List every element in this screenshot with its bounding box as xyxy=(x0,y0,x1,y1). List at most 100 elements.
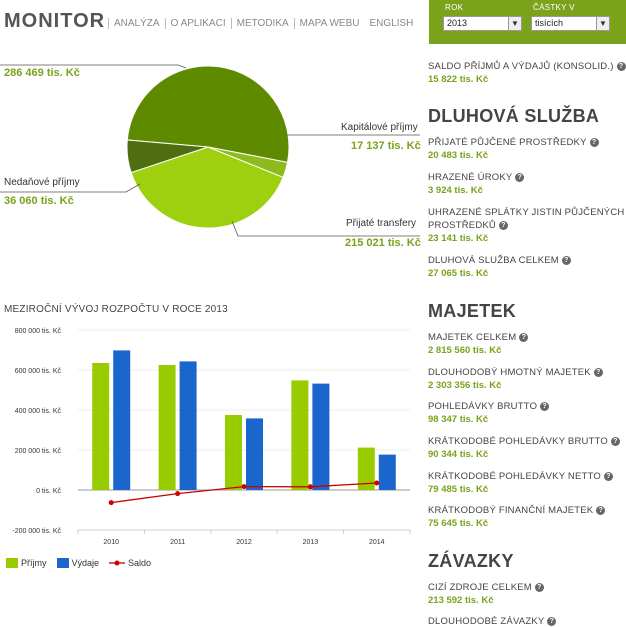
indicator-item: PŘIJATÉ PŮJČENÉ PROSTŘEDKY? 20 483 tis. … xyxy=(428,136,599,162)
nav-english[interactable]: ENGLISH xyxy=(364,18,418,29)
indicator-label: SALDO PŘÍJMŮ A VÝDAJŮ (KONSOLID.) xyxy=(428,61,614,72)
indicator-item: HRAZENÉ ÚROKY? 3 924 tis. Kč xyxy=(428,171,525,197)
x-tick-label: 2010 xyxy=(103,539,119,546)
indicator-item: KRÁTKODOBÉ POHLEDÁVKY BRUTTO? 90 344 tis… xyxy=(428,435,620,461)
legend-label: Výdaje xyxy=(71,558,100,568)
amount-select-value: tisících xyxy=(535,18,564,28)
y-tick-label: 200 000 tis. Kč xyxy=(15,448,62,455)
indicator-value: 2 815 560 tis. Kč xyxy=(428,345,502,356)
help-icon[interactable]: ? xyxy=(534,582,544,592)
indicator-value: 3 924 tis. Kč xyxy=(428,185,483,196)
nav-o-aplikaci[interactable]: O APLIKACI xyxy=(164,18,231,29)
y-tick-label: -200 000 tis. Kč xyxy=(12,528,61,535)
legend-swatch xyxy=(6,558,18,568)
indicator-label: KRÁTKODOBÉ POHLEDÁVKY NETTO xyxy=(428,471,601,482)
x-tick-label: 2011 xyxy=(170,539,185,546)
help-icon[interactable]: ? xyxy=(540,401,550,411)
saldo-point[interactable] xyxy=(241,484,247,490)
help-icon[interactable]: ? xyxy=(515,172,525,182)
pie-value-transfery: 215 021 tis. Kč xyxy=(345,237,421,249)
legend-vydaje[interactable]: Výdaje xyxy=(56,558,100,568)
bar-vydaje[interactable] xyxy=(312,383,330,490)
revenue-pie-chart: 286 469 tis. Kč Kapitálové příjmy 17 137… xyxy=(0,46,421,296)
indicator-value: 75 645 tis. Kč xyxy=(428,518,489,529)
indicator-item: DLOUHODOBÝ HMOTNÝ MAJETEK? 2 303 356 tis… xyxy=(428,366,603,392)
chevron-down-icon: ▼ xyxy=(508,17,521,30)
help-icon[interactable]: ? xyxy=(561,255,571,265)
year-select[interactable]: 2013 ▼ xyxy=(443,16,522,31)
indicator-value: 90 344 tis. Kč xyxy=(428,449,489,460)
help-icon[interactable]: ? xyxy=(547,616,557,626)
x-tick-label: 2014 xyxy=(369,539,385,546)
indicator-item: MAJETEK CELKEM? 2 815 560 tis. Kč xyxy=(428,331,529,357)
indicator-value: 213 592 tis. Kč xyxy=(428,595,494,606)
bar-vydaje[interactable] xyxy=(378,454,396,490)
indicator-item: UHRAZENÉ SPLÁTKY JISTIN PŮJČENÝCH PROSTŘ… xyxy=(428,206,624,245)
legend-swatch xyxy=(56,558,69,568)
nav-analyza[interactable]: ANALÝZA xyxy=(108,18,165,29)
help-icon[interactable]: ? xyxy=(593,367,603,377)
legend-label: Saldo xyxy=(128,558,152,568)
pie-value-kapitalove: 17 137 tis. Kč xyxy=(351,140,421,152)
pie-value-danove: 286 469 tis. Kč xyxy=(4,67,80,79)
bar-vydaje[interactable] xyxy=(113,350,131,490)
section-title-majetek: MAJETEK xyxy=(428,301,517,321)
bar-vydaje[interactable] xyxy=(246,418,263,490)
chevron-down-icon: ▼ xyxy=(596,17,609,30)
indicator-label: HRAZENÉ ÚROKY xyxy=(428,172,513,183)
indicator-label: DLOUHODOBÝ HMOTNÝ MAJETEK xyxy=(428,367,591,378)
indicator-label: KRÁTKODOBÉ POHLEDÁVKY BRUTTO xyxy=(428,436,608,447)
logo[interactable]: MONITOR xyxy=(4,10,105,33)
section-title-zavazky: ZÁVAZKY xyxy=(428,551,514,571)
nav-metodika[interactable]: METODIKA xyxy=(230,18,294,29)
help-icon[interactable]: ? xyxy=(589,137,599,147)
indicator-value: 79 485 tis. Kč xyxy=(428,484,489,495)
indicator-value: 2 303 356 tis. Kč xyxy=(428,380,502,391)
pie-value-nedanove: 36 060 tis. Kč xyxy=(4,195,74,207)
indicator-saldo: SALDO PŘÍJMŮ A VÝDAJŮ (KONSOLID.)? 15 82… xyxy=(428,60,626,86)
y-tick-label: 400 000 tis. Kč xyxy=(15,408,62,415)
indicator-label: CIZÍ ZDROJE CELKEM xyxy=(428,582,532,593)
y-tick-label: 800 000 tis. Kč xyxy=(15,328,62,335)
legend-label: Příjmy xyxy=(21,558,47,568)
indicator-label: KRÁTKODOBÝ FINANČNÍ MAJETEK xyxy=(428,505,594,516)
bar-prijmy[interactable] xyxy=(291,380,309,490)
x-tick-label: 2012 xyxy=(236,539,252,546)
indicator-value: 15 822 tis. Kč xyxy=(428,74,489,85)
section-title-dluhova-sluzba: DLUHOVÁ SLUŽBA xyxy=(428,106,600,126)
indicator-value: 23 141 tis. Kč xyxy=(428,233,489,244)
bar-prijmy[interactable] xyxy=(225,415,242,490)
nav-mapa-webu[interactable]: MAPA WEBU xyxy=(293,18,365,29)
bar-prijmy[interactable] xyxy=(92,363,110,490)
indicator-item: KRÁTKODOBÝ FINANČNÍ MAJETEK? 75 645 tis.… xyxy=(428,504,606,530)
indicator-item: CIZÍ ZDROJE CELKEM? 213 592 tis. Kč xyxy=(428,581,544,607)
saldo-point[interactable] xyxy=(108,500,114,506)
year-select-value: 2013 xyxy=(447,18,468,28)
indicator-item: POHLEDÁVKY BRUTTO? 98 347 tis. Kč xyxy=(428,400,550,426)
indicator-value: 98 347 tis. Kč xyxy=(428,414,489,425)
y-tick-label: 600 000 tis. Kč xyxy=(15,368,62,375)
indicator-item: KRÁTKODOBÉ POHLEDÁVKY NETTO? 79 485 tis.… xyxy=(428,470,613,496)
saldo-point[interactable] xyxy=(307,484,313,490)
legend-saldo[interactable]: Saldo xyxy=(109,558,151,568)
bar-vydaje[interactable] xyxy=(179,361,197,490)
saldo-point[interactable] xyxy=(374,480,380,486)
help-icon[interactable]: ? xyxy=(519,332,529,342)
bar-prijmy[interactable] xyxy=(158,365,176,490)
help-icon[interactable]: ? xyxy=(596,505,606,515)
indicator-value: 27 065 tis. Kč xyxy=(428,268,489,279)
filter-panel: ROK 2013 ▼ ČÁSTKY V tisících ▼ xyxy=(429,0,626,44)
pie-label-nedanove: Nedaňové příjmy xyxy=(4,177,80,188)
help-icon[interactable]: ? xyxy=(616,61,626,71)
amount-select[interactable]: tisících ▼ xyxy=(531,16,610,31)
pie-svg xyxy=(0,64,420,237)
y-tick-label: 0 tis. Kč xyxy=(36,488,61,495)
legend-prijmy[interactable]: Příjmy xyxy=(6,558,47,568)
chart-title: MEZIROČNÍ VÝVOJ ROZPOČTU V ROCE 2013 xyxy=(4,304,228,315)
help-icon[interactable]: ? xyxy=(498,220,508,230)
saldo-point[interactable] xyxy=(175,491,181,497)
header: MONITOR ANALÝZA O APLIKACI METODIKA MAPA… xyxy=(0,0,626,46)
help-icon[interactable]: ? xyxy=(603,471,613,481)
help-icon[interactable]: ? xyxy=(611,436,620,446)
main-nav: ANALÝZA O APLIKACI METODIKA MAPA WEBU EN… xyxy=(108,18,418,29)
